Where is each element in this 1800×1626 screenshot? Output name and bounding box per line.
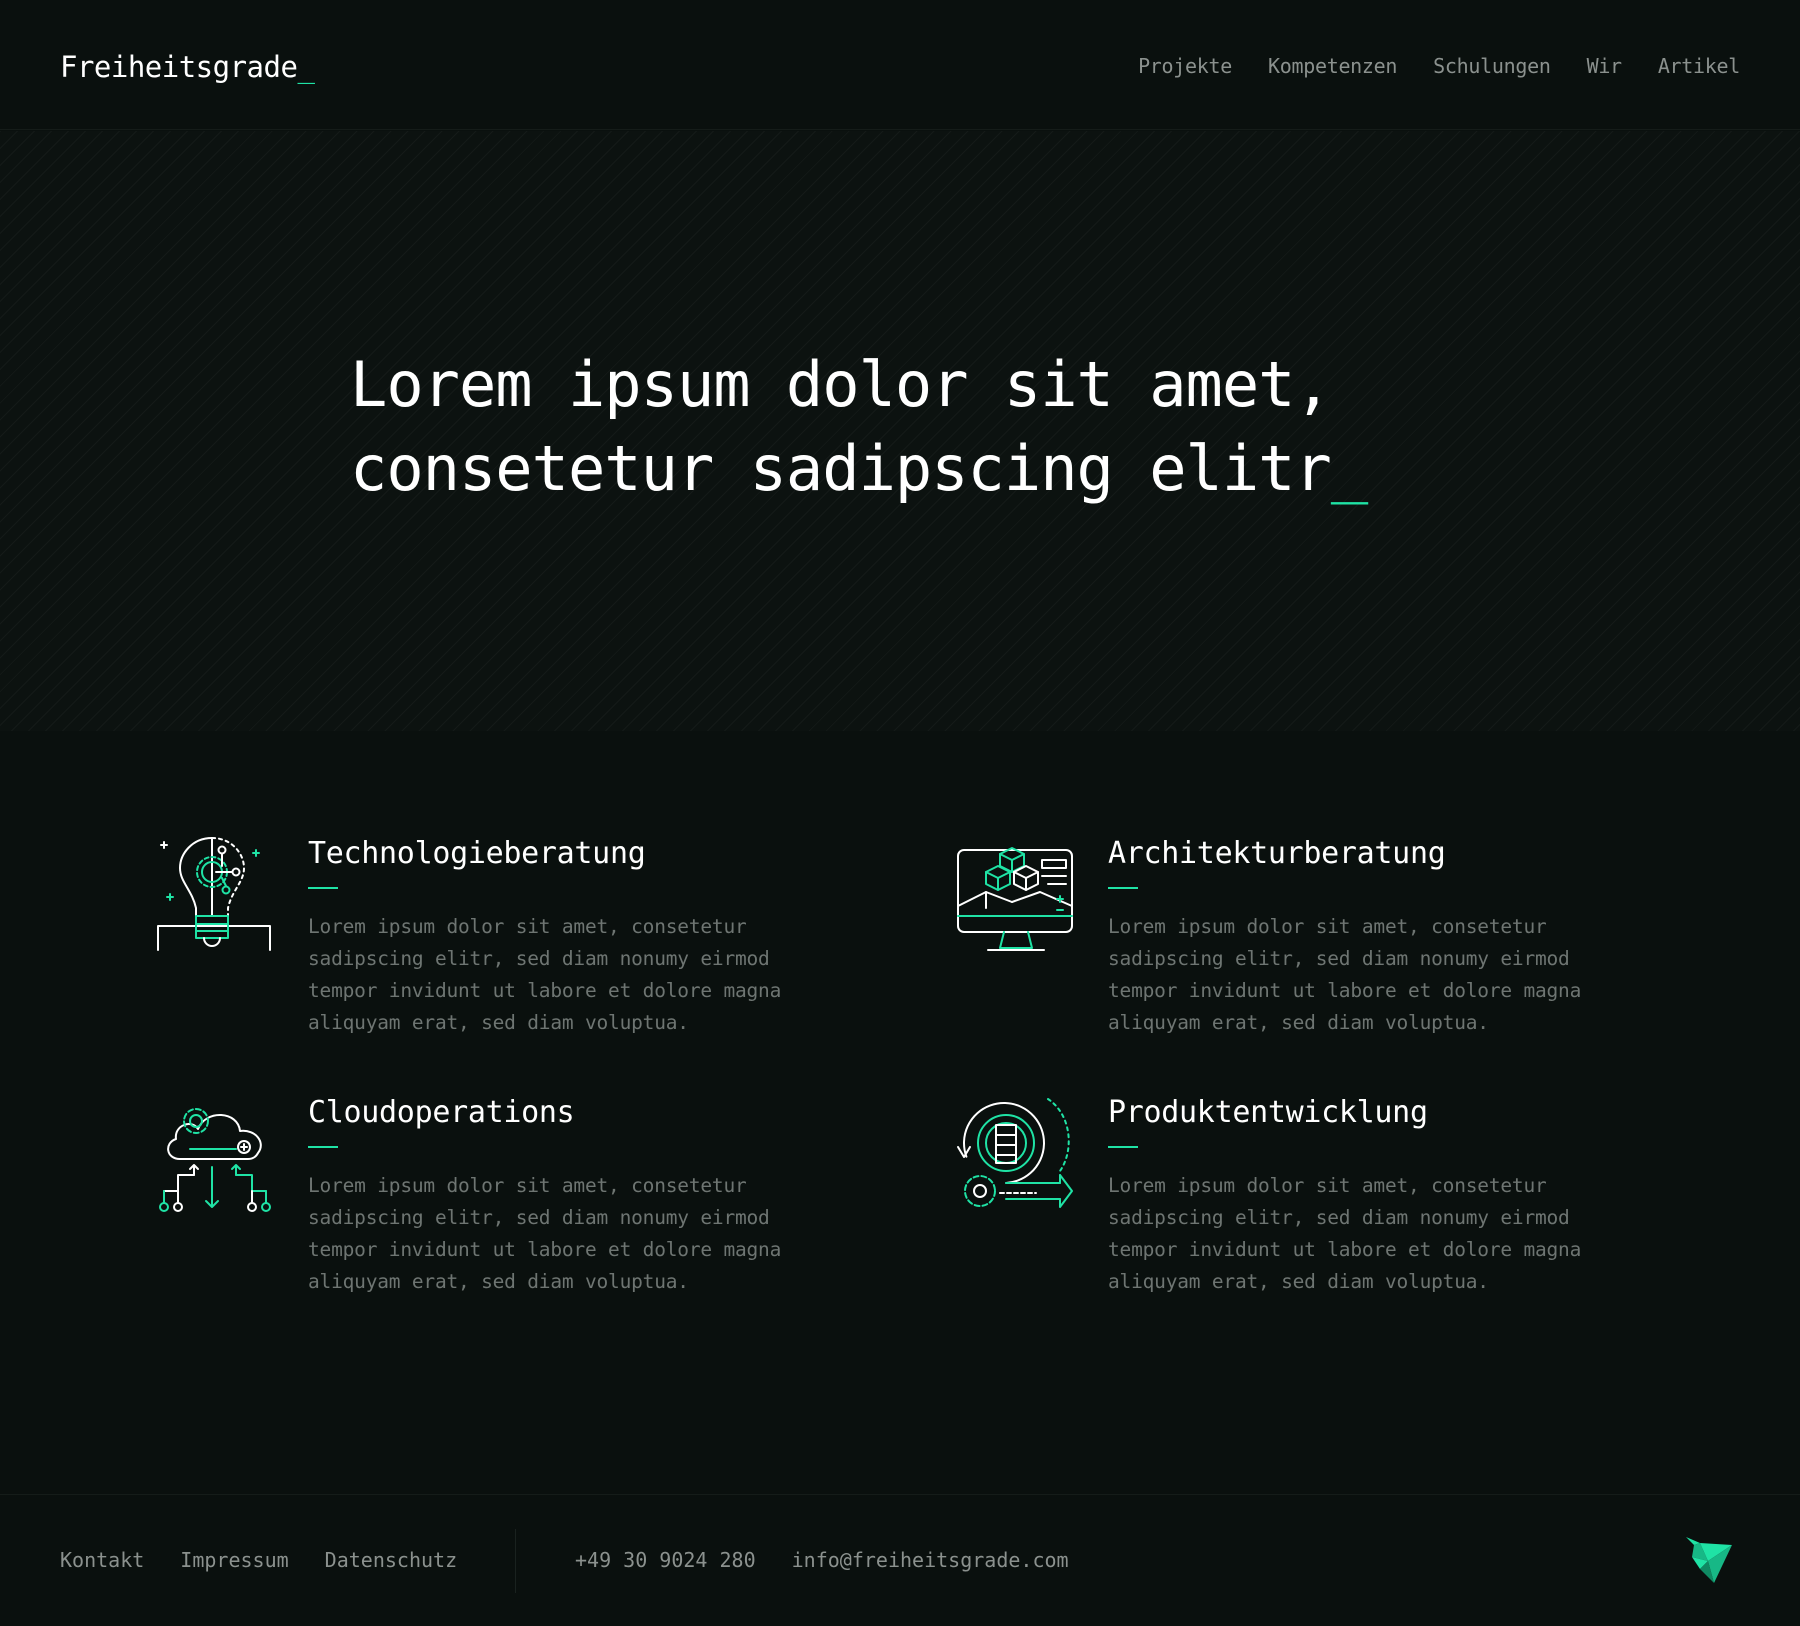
footer-contact: +49 30 9024 280 info@freiheitsgrade.com (575, 1548, 1069, 1572)
service-description: Lorem ipsum dolor sit amet, consetetur s… (308, 1174, 782, 1293)
service-title: Produktentwicklung (1108, 1095, 1428, 1130)
service-description: Lorem ipsum dolor sit amet, consetetur s… (308, 915, 782, 1034)
hero-cursor: _ (1330, 432, 1368, 505)
service-title: Technologieberatung (308, 836, 646, 871)
cloud-gear-icon (156, 1095, 276, 1215)
logo-text: Freiheitsgrade (60, 50, 298, 84)
main-nav: Projekte Kompetenzen Schulungen Wir Arti… (1138, 54, 1740, 78)
nav-item-schulungen[interactable]: Schulungen (1433, 54, 1551, 78)
title-underline (1108, 1146, 1138, 1148)
footer-link-datenschutz[interactable]: Datenschutz (325, 1548, 457, 1572)
footer-divider (515, 1529, 516, 1593)
hero-line-2: consetetur sadipscing elitr (350, 432, 1332, 505)
nav-item-projekte[interactable]: Projekte (1138, 54, 1232, 78)
hero-title: Lorem ipsum dolor sit amet, consetetur s… (350, 343, 1550, 511)
site-logo[interactable]: Freiheitsgrade_ (60, 50, 315, 84)
service-description: Lorem ipsum dolor sit amet, consetetur s… (1108, 1174, 1582, 1293)
site-footer: Kontakt Impressum Datenschutz +49 30 902… (0, 1494, 1800, 1626)
service-card-produktentwicklung: Produktentwicklung Lorem ipsum dolor sit… (956, 1095, 1676, 1315)
service-card-cloudoperations: Cloudoperations Lorem ipsum dolor sit am… (156, 1095, 876, 1315)
service-card-architekturberatung: Architekturberatung Lorem ipsum dolor si… (956, 836, 1676, 1056)
service-description: Lorem ipsum dolor sit amet, consetetur s… (1108, 915, 1582, 1034)
footer-link-impressum[interactable]: Impressum (180, 1548, 288, 1572)
nav-item-wir[interactable]: Wir (1587, 54, 1623, 78)
service-title: Cloudoperations (308, 1095, 575, 1130)
site-header: Freiheitsgrade_ Projekte Kompetenzen Sch… (0, 0, 1800, 130)
nav-item-kompetenzen[interactable]: Kompetenzen (1268, 54, 1397, 78)
footer-email[interactable]: info@freiheitsgrade.com (792, 1548, 1069, 1572)
hero-line-1: Lorem ipsum dolor sit amet, (350, 348, 1332, 421)
footer-links: Kontakt Impressum Datenschutz (60, 1548, 457, 1572)
title-underline (308, 887, 338, 889)
nav-item-artikel[interactable]: Artikel (1658, 54, 1740, 78)
title-underline (1108, 887, 1138, 889)
service-title: Architekturberatung (1108, 836, 1446, 871)
footer-link-kontakt[interactable]: Kontakt (60, 1548, 144, 1572)
bird-logo-icon[interactable] (1684, 1533, 1734, 1583)
logo-cursor: _ (297, 50, 315, 84)
service-card-technologieberatung: Technologieberatung Lorem ipsum dolor si… (156, 836, 876, 1056)
monitor-cubes-icon (956, 836, 1076, 956)
title-underline (308, 1146, 338, 1148)
product-cycle-icon (956, 1095, 1076, 1215)
lightbulb-circuit-icon (156, 836, 276, 956)
hero-section: Lorem ipsum dolor sit amet, consetetur s… (0, 131, 1800, 731)
footer-phone[interactable]: +49 30 9024 280 (575, 1548, 756, 1572)
